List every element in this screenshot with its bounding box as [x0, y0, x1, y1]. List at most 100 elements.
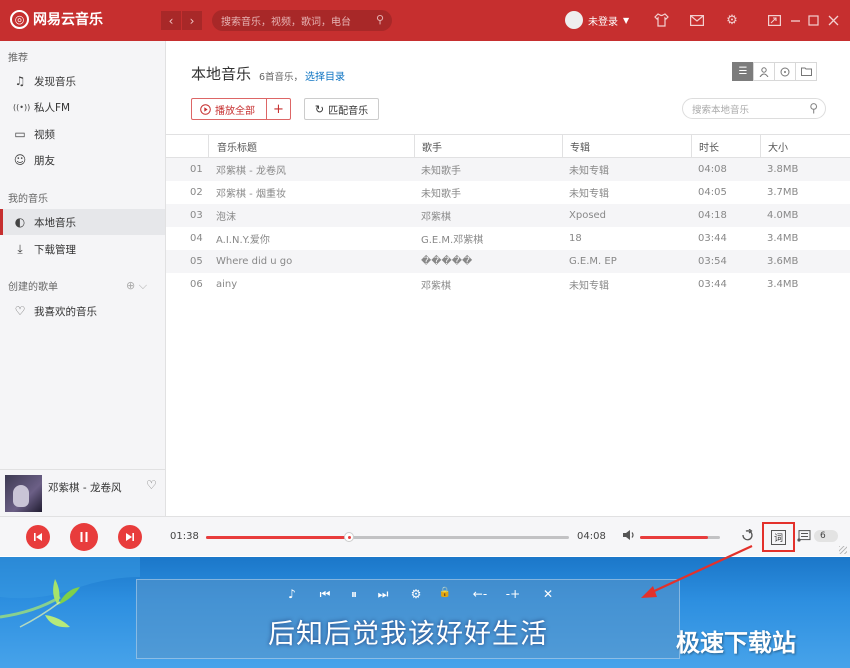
search-icon[interactable]: ⚲ [376, 13, 384, 26]
resize-grip-icon[interactable] [839, 546, 847, 554]
play-all-button[interactable]: 播放全部 + [191, 98, 291, 120]
song-album: 未知专辑 [569, 166, 609, 177]
pause-icon[interactable]: ⏸ [347, 587, 361, 602]
song-count: 6首音乐， [259, 72, 304, 83]
song-artist: 邓紫棋 [421, 212, 451, 223]
minimize-icon[interactable] [787, 12, 803, 28]
table-row[interactable]: 01 邓紫棋 - 龙卷风 未知歌手 未知专辑 04:08 3.8MB [166, 158, 850, 181]
add-playlist-icon[interactable]: ⊕ ⌵ [126, 279, 147, 293]
match-music-button[interactable]: ↻ 匹配音乐 [304, 98, 379, 120]
song-title: 邓紫棋 - 龙卷风 [216, 166, 286, 177]
volume-fill [640, 536, 708, 539]
loop-mode-icon[interactable] [740, 528, 755, 544]
sidebar-item-fm[interactable]: ((•)) 私人FM [0, 94, 165, 120]
match-music-label: 匹配音乐 [328, 105, 369, 117]
sidebar-item-video[interactable]: ▭ 视频 [0, 121, 165, 147]
progress-handle[interactable] [344, 532, 355, 542]
now-playing-panel[interactable]: 邓紫棋 - 龙卷风 ♡ [0, 469, 166, 516]
sidebar-item-downloads[interactable]: ⤓ 下载管理 [0, 236, 165, 262]
column-header-duration[interactable]: 时长 [691, 135, 760, 157]
lyric-offset-back-icon[interactable]: ←- [471, 587, 489, 602]
song-title: ainy [216, 279, 238, 290]
row-number: 04 [190, 233, 203, 244]
netease-logo-icon: ◎ [10, 9, 29, 29]
table-row[interactable]: 04 A.I.N.Y.爱你 G.E.M.邓紫棋 18 03:44 3.4MB [166, 227, 850, 250]
music-note-icon[interactable]: ♪ [285, 587, 299, 602]
user-label: 未登录 [588, 16, 618, 28]
song-album: Xposed [569, 210, 607, 221]
playlist-queue-button[interactable]: 6 [797, 530, 838, 542]
song-artist: ����� [421, 256, 473, 267]
desktop-lyric-button[interactable]: 词 [762, 522, 795, 552]
sidebar-item-discover[interactable]: ♫ 发现音乐 [0, 68, 165, 94]
table-row[interactable]: 03 泡沫 邓紫棋 Xposed 04:18 4.0MB [166, 204, 850, 227]
chevron-down-icon: ▼ [623, 15, 630, 25]
pause-button[interactable] [70, 523, 98, 551]
song-table: 音乐标题 歌手 专辑 时长 大小 01 邓紫棋 - 龙卷风 未知歌手 未知专辑 04:0… [166, 134, 850, 296]
next-button[interactable] [118, 525, 142, 549]
close-icon[interactable]: ✕ [541, 587, 555, 602]
progress-bar[interactable] [206, 532, 569, 542]
global-search-input[interactable]: 搜索音乐，视频，歌词，电台 ⚲ [212, 10, 392, 31]
lyric-offset-forward-icon[interactable]: -+ [504, 587, 522, 602]
column-header-title[interactable]: 音乐标题 [208, 135, 414, 157]
windows-desktop-background: ♪ ⏮ ⏸ ⏭ ⚙ 🔒 ←- -+ ✕ 后知后觉我该好好生活 极速下载站 [0, 557, 850, 668]
folder-view-icon[interactable] [795, 62, 817, 81]
song-album: G.E.M. EP [569, 256, 617, 267]
previous-button[interactable] [26, 525, 50, 549]
album-cover[interactable] [5, 475, 42, 512]
local-search-input[interactable]: 搜索本地音乐 ⚲ [682, 98, 826, 119]
sidebar-item-label: 朋友 [34, 154, 55, 167]
sidebar-item-label: 私人FM [34, 101, 71, 114]
progress-fill [206, 536, 350, 539]
sidebar-item-favorites[interactable]: ♡ 我喜欢的音乐 [0, 298, 165, 324]
add-to-queue-button[interactable]: + [267, 102, 290, 117]
mini-mode-icon[interactable] [766, 12, 782, 28]
main-content: 本地音乐 6首音乐， 选择目录 ☰ 播放全部 + ↻ 匹配音乐 搜索本地音乐 ⚲… [166, 41, 850, 516]
close-icon[interactable] [825, 12, 841, 28]
column-header-album[interactable]: 专辑 [562, 135, 691, 157]
download-icon: ⤓ [17, 241, 23, 256]
previous-icon[interactable]: ⏮ [318, 587, 332, 602]
back-button[interactable]: ‹ [161, 11, 181, 30]
table-row[interactable]: 05 Where did u go ����� G.E.M. EP 03:54 3.6MB [166, 250, 850, 273]
sidebar-item-friends[interactable]: ☺ 朋友 [0, 147, 165, 173]
column-header-artist[interactable]: 歌手 [414, 135, 562, 157]
shirt-icon[interactable] [653, 12, 669, 28]
desktop-lyric-window[interactable]: ♪ ⏮ ⏸ ⏭ ⚙ 🔒 ←- -+ ✕ 后知后觉我该好好生活 [136, 579, 680, 659]
player-bar: 01:38 04:08 词 6 [0, 516, 850, 556]
now-playing-title: 邓紫棋 - 龙卷风 [48, 482, 122, 494]
mail-icon[interactable] [689, 12, 705, 28]
total-time: 04:08 [577, 531, 606, 542]
search-placeholder: 搜索音乐，视频，歌词，电台 [221, 17, 351, 28]
song-album: 未知专辑 [569, 189, 609, 200]
table-row[interactable]: 02 邓紫棋 - 烟重妆 未知歌手 未知专辑 04:05 3.7MB [166, 181, 850, 204]
song-size: 3.8MB [767, 164, 799, 175]
search-icon[interactable]: ⚲ [809, 101, 818, 115]
app-logo[interactable]: ◎ 网易云音乐 [10, 9, 103, 29]
sidebar-item-local-music[interactable]: ◐ 本地音乐 [0, 209, 165, 235]
chevron-down-icon[interactable]: ⌵ [139, 279, 147, 292]
song-size: 3.6MB [767, 256, 799, 267]
album-view-icon[interactable] [774, 62, 796, 81]
like-heart-icon[interactable]: ♡ [146, 478, 157, 492]
maximize-icon[interactable] [805, 12, 821, 28]
table-row[interactable]: 06 ainy 邓紫棋 未知专辑 03:44 3.4MB [166, 273, 850, 296]
app-name: 网易云音乐 [33, 12, 103, 28]
choose-directory-link[interactable]: 选择目录 [305, 68, 345, 83]
next-icon[interactable]: ⏭ [376, 587, 390, 602]
list-view-icon[interactable]: ☰ [732, 62, 754, 81]
avatar[interactable] [565, 11, 583, 29]
sidebar-item-label: 我喜欢的音乐 [34, 305, 97, 318]
gear-icon[interactable]: ⚙ [724, 12, 740, 28]
user-menu[interactable]: 未登录 ▼ [565, 11, 629, 29]
gear-icon[interactable]: ⚙ [409, 587, 423, 602]
forward-button[interactable]: › [182, 11, 202, 30]
artist-view-icon[interactable] [753, 62, 775, 81]
column-header-size[interactable]: 大小 [760, 135, 840, 157]
lock-icon[interactable]: 🔒 [438, 587, 452, 602]
volume-slider[interactable] [640, 536, 720, 539]
row-number: 01 [190, 164, 203, 175]
volume-icon[interactable] [622, 529, 636, 544]
page-title: 本地音乐 [191, 65, 252, 83]
